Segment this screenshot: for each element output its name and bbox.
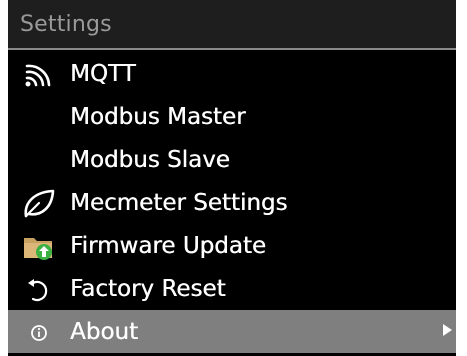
submenu-arrow-icon bbox=[443, 324, 452, 336]
menu-item-label: Mecmeter Settings bbox=[70, 190, 288, 216]
menu-item-label: Factory Reset bbox=[70, 276, 226, 302]
info-icon bbox=[31, 325, 47, 341]
menu-item-label: MQTT bbox=[70, 61, 136, 87]
settings-menu: MQTT Modbus Master Modbus Slave Mecmeter… bbox=[8, 52, 456, 353]
page-title: Settings bbox=[20, 12, 112, 37]
menu-item-firmware-update[interactable]: Firmware Update bbox=[8, 224, 456, 267]
menu-item-label: About bbox=[70, 319, 139, 345]
menu-item-label: Modbus Master bbox=[70, 104, 246, 130]
menu-item-label: Modbus Slave bbox=[70, 147, 230, 173]
menu-item-factory-reset[interactable]: Factory Reset bbox=[8, 267, 456, 310]
menu-item-about[interactable]: About bbox=[8, 310, 456, 353]
settings-screen: Settings MQTT Modbus Master Modbus Slave bbox=[8, 0, 456, 356]
menu-item-modbus-slave[interactable]: Modbus Slave bbox=[8, 138, 456, 181]
menu-item-mqtt[interactable]: MQTT bbox=[8, 52, 456, 95]
menu-item-modbus-master[interactable]: Modbus Master bbox=[8, 95, 456, 138]
folder-upload-icon bbox=[24, 238, 52, 260]
menu-item-label: Firmware Update bbox=[70, 233, 267, 259]
reset-arrow-icon bbox=[28, 279, 48, 302]
menu-item-mecmeter-settings[interactable]: Mecmeter Settings bbox=[8, 181, 456, 224]
leaf-icon bbox=[24, 189, 55, 218]
wifi-signal-icon bbox=[25, 64, 51, 87]
title-bar: Settings bbox=[8, 0, 456, 50]
